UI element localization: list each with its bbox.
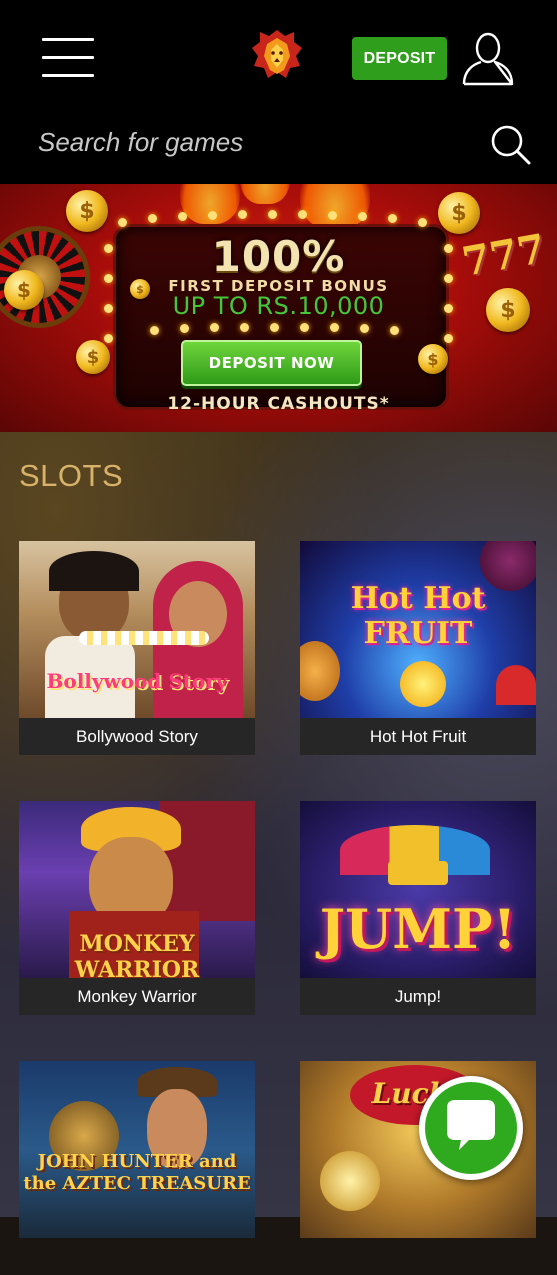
game-card-john-hunter[interactable]: JOHN HUNTER and the AZTEC TREASURE [19, 1061, 255, 1275]
chat-bubble-icon [447, 1100, 495, 1150]
lion-logo-icon[interactable] [250, 28, 304, 82]
section-title: SLOTS [19, 458, 124, 493]
game-thumb-title: MONKEY WARRIOR [74, 931, 200, 978]
game-thumb-title: JOHN HUNTER and the AZTEC TREASURE [23, 1151, 251, 1194]
game-thumbnail[interactable]: Bollywood Story [19, 541, 255, 718]
game-card-hot-hot-fruit[interactable]: Hot Hot FRUIT Hot Hot Fruit [300, 541, 536, 755]
game-thumbnail[interactable]: MONKEY WARRIOR [19, 801, 255, 978]
game-thumbnail[interactable]: Hot Hot FRUIT [300, 541, 536, 718]
bonus-amount: UP TO RS.10,000 [172, 292, 385, 320]
site-header: DEPOSIT [0, 0, 557, 184]
cashout-note: 12-HOUR CASHOUTS* [167, 394, 390, 414]
live-chat-button[interactable] [419, 1076, 523, 1180]
game-card-jump[interactable]: JUMP! Jump! [300, 801, 536, 1015]
game-thumbnail[interactable]: JUMP! [300, 801, 536, 978]
game-thumb-title: Hot Hot FRUIT [350, 581, 486, 651]
coin-icon: $ [76, 340, 110, 374]
game-thumb-title: JUMP! [319, 897, 517, 961]
coin-icon: $ [438, 192, 480, 234]
coin-icon: $ [418, 344, 448, 374]
hamburger-menu-icon[interactable] [42, 38, 94, 78]
game-label: Hot Hot Fruit [300, 718, 536, 755]
game-card-monkey-warrior[interactable]: MONKEY WARRIOR Monkey Warrior [19, 801, 255, 1015]
search-icon[interactable] [490, 124, 532, 166]
game-label: Jump! [300, 978, 536, 1015]
game-thumbnail[interactable]: JOHN HUNTER and the AZTEC TREASURE [19, 1061, 255, 1238]
search-input[interactable] [38, 120, 458, 164]
game-card-bollywood-story[interactable]: Bollywood Story Bollywood Story [19, 541, 255, 755]
game-label: Bollywood Story [19, 718, 255, 755]
coin-icon: $ [66, 190, 108, 232]
search-bar [0, 112, 557, 172]
game-thumb-title: Bollywood Story [46, 669, 228, 693]
deposit-button[interactable]: DEPOSIT [352, 37, 447, 80]
promo-banner[interactable]: 777 $ $ $ $ $ $ $ 100% FIRST DEPOSIT BON… [0, 184, 557, 432]
deposit-now-button[interactable]: DEPOSIT NOW [181, 340, 362, 386]
user-profile-icon[interactable] [460, 30, 516, 86]
bonus-headline: 100% [211, 232, 346, 281]
game-label: Monkey Warrior [19, 978, 255, 1015]
